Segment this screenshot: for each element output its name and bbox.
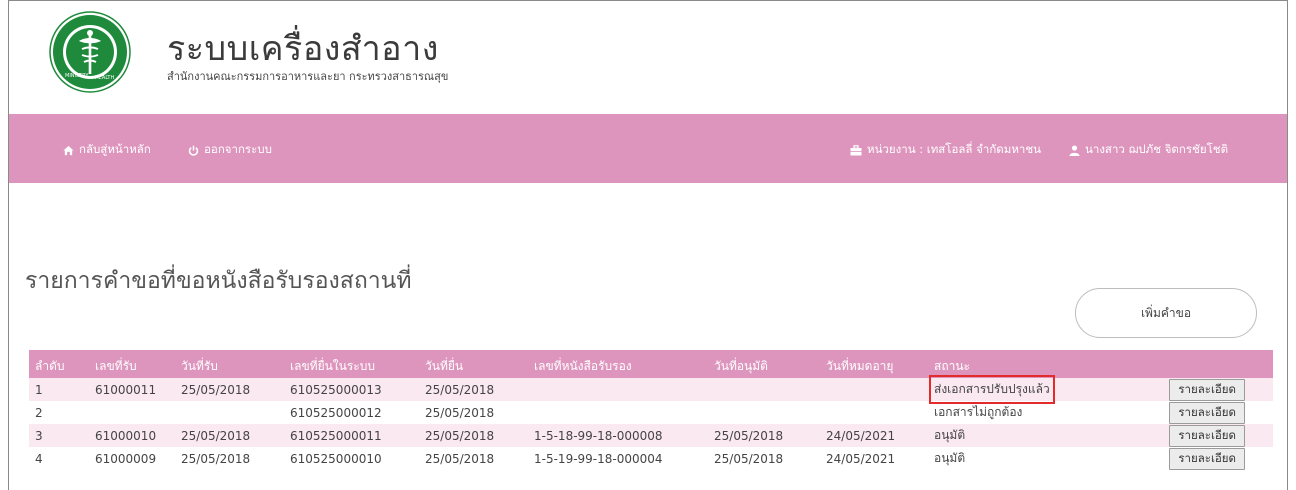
briefcase-icon: [850, 144, 862, 155]
cell-receive-date: 25/05/2018: [175, 447, 284, 470]
red-highlight-outline: [929, 375, 1055, 404]
cell-no: 3: [29, 424, 89, 447]
cell-approve-date: [708, 378, 820, 401]
detail-button[interactable]: รายละเอียด: [1169, 447, 1245, 470]
cell-expire-date: 24/05/2021: [820, 424, 928, 447]
cell-receive-date: 25/05/2018: [175, 378, 284, 401]
col-header-no: ลำดับ: [29, 350, 89, 378]
cell-approve-date: 25/05/2018: [708, 447, 820, 470]
cell-no: 1: [29, 378, 89, 401]
cell-submit-date: 25/05/2018: [419, 424, 528, 447]
cell-actions: รายละเอียด: [1118, 401, 1273, 424]
cell-submit-date: 25/05/2018: [419, 401, 528, 424]
svg-text:HEALTH: HEALTH: [95, 75, 114, 81]
app-window: MINISTRY HEALTH ระบบเครื่องสำอาง สำนักงา…: [8, 0, 1288, 490]
power-icon: [188, 145, 199, 156]
home-icon: [63, 145, 74, 155]
cell-submit-no: 610525000013: [284, 378, 419, 401]
cell-approve-date: 25/05/2018: [708, 424, 820, 447]
add-request-button[interactable]: เพิ่มคำขอ: [1075, 288, 1257, 338]
table-row: 4 61000009 25/05/2018 610525000010 25/05…: [29, 447, 1273, 470]
nav-logout-link[interactable]: ออกจากระบบ: [188, 141, 272, 159]
add-request-label: เพิ่มคำขอ: [1140, 305, 1192, 320]
table-row: 1 61000011 25/05/2018 610525000013 25/05…: [29, 375, 1273, 404]
col-header-expire-date: วันที่หมดอายุ: [820, 350, 928, 378]
cell-submit-no: 610525000010: [284, 447, 419, 470]
nav-user-label: นางสาว ฌปภัช จิตกรชัยโชติ: [1085, 142, 1229, 156]
cell-cert-no: 1-5-19-99-18-000004: [528, 447, 708, 470]
detail-button[interactable]: รายละเอียด: [1169, 401, 1245, 424]
nav-agency-label: หน่วยงาน : เทสโอลลี่ จำกัดมหาชน: [867, 142, 1042, 156]
cell-status: อนุมัติ: [928, 447, 1118, 470]
col-header-status: สถานะ: [928, 350, 1118, 378]
cell-status: ส่งเอกสารปรับปรุงแล้ว: [928, 375, 1118, 404]
cell-receive-date: 25/05/2018: [175, 424, 284, 447]
top-navbar: กลับสู่หน้าหลัก ออกจากระบบ หน่วยงาน : เท…: [9, 114, 1287, 183]
cell-receive-no: 61000009: [89, 447, 175, 470]
table-row: 3 61000010 25/05/2018 610525000011 25/05…: [29, 424, 1273, 447]
cell-expire-date: [820, 378, 928, 401]
svg-text:MINISTRY: MINISTRY: [65, 73, 89, 79]
nav-agency-info[interactable]: หน่วยงาน : เทสโอลลี่ จำกัดมหาชน: [850, 141, 1041, 159]
cell-receive-no: [89, 401, 175, 424]
nav-user-info[interactable]: นางสาว ฌปภัช จิตกรชัยโชติ: [1069, 141, 1228, 159]
col-header-receive-no: เลขที่รับ: [89, 350, 175, 378]
cell-no: 2: [29, 401, 89, 424]
cell-status: อนุมัติ: [928, 424, 1118, 447]
cell-cert-no: [528, 378, 708, 401]
cell-no: 4: [29, 447, 89, 470]
col-header-approve-date: วันที่อนุมัติ: [708, 350, 820, 378]
nav-home-link[interactable]: กลับสู่หน้าหลัก: [63, 141, 151, 159]
col-header-submit-date: วันที่ยื่น: [419, 350, 528, 378]
page-heading: รายการคำขอที่ขอหนังสือรับรองสถานที่: [25, 268, 412, 294]
ministry-seal-logo: MINISTRY HEALTH: [49, 11, 131, 93]
table-row: 2 610525000012 25/05/2018 เอกสารไม่ถูกต้…: [29, 401, 1273, 424]
status-highlight-box: ส่งเอกสารปรับปรุงแล้ว: [929, 375, 1055, 404]
cell-submit-no: 610525000011: [284, 424, 419, 447]
app-subtitle: สำนักงานคณะกรรมการอาหารและยา กระทรวงสาธา…: [167, 70, 449, 83]
cell-submit-date: 25/05/2018: [419, 378, 528, 401]
cell-status: เอกสารไม่ถูกต้อง: [928, 401, 1118, 424]
col-header-actions: [1118, 350, 1273, 378]
detail-button[interactable]: รายละเอียด: [1169, 424, 1245, 447]
cell-actions: รายละเอียด: [1118, 378, 1273, 401]
cell-receive-date: [175, 401, 284, 424]
detail-button[interactable]: รายละเอียด: [1169, 378, 1245, 401]
col-header-submit-no: เลขที่ยื่นในระบบ: [284, 350, 419, 378]
cell-cert-no: [528, 401, 708, 424]
header: MINISTRY HEALTH ระบบเครื่องสำอาง สำนักงา…: [9, 1, 1287, 113]
user-icon: [1069, 144, 1080, 156]
nav-logout-label: ออกจากระบบ: [204, 142, 272, 156]
cell-actions: รายละเอียด: [1118, 424, 1273, 447]
col-header-receive-date: วันที่รับ: [175, 350, 284, 378]
cell-receive-no: 61000011: [89, 378, 175, 401]
nav-home-label: กลับสู่หน้าหลัก: [79, 142, 151, 156]
requests-table: ลำดับ เลขที่รับ วันที่รับ เลขที่ยื่นในระ…: [29, 350, 1273, 470]
cell-approve-date: [708, 401, 820, 424]
cell-cert-no: 1-5-18-99-18-000008: [528, 424, 708, 447]
table-header-row: ลำดับ เลขที่รับ วันที่รับ เลขที่ยื่นในระ…: [29, 350, 1273, 378]
cell-expire-date: 24/05/2021: [820, 447, 928, 470]
cell-submit-no: 610525000012: [284, 401, 419, 424]
cell-expire-date: [820, 401, 928, 424]
cell-submit-date: 25/05/2018: [419, 447, 528, 470]
col-header-cert-no: เลขที่หนังสือรับรอง: [528, 350, 708, 378]
cell-actions: รายละเอียด: [1118, 447, 1273, 470]
cell-receive-no: 61000010: [89, 424, 175, 447]
